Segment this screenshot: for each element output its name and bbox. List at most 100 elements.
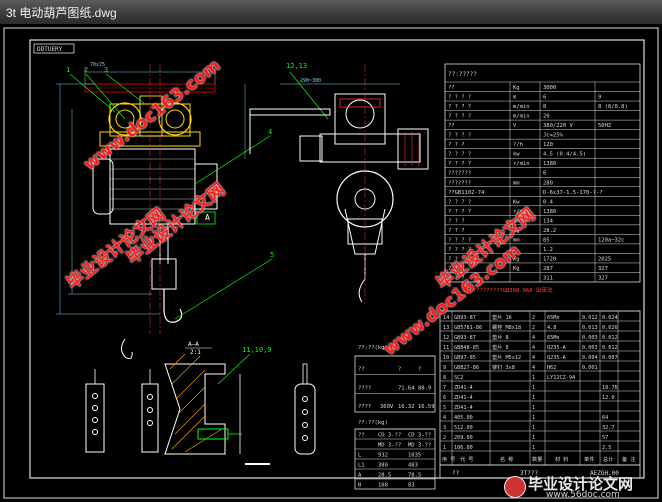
window-title: 3t 电动葫芦图纸.dwg <box>6 6 117 20</box>
parts-header-cell: 名 称 <box>500 455 514 463</box>
view-label-a: A <box>205 213 210 222</box>
spec-cell: 50HZ <box>598 123 612 129</box>
parts-index: 1 <box>443 445 446 451</box>
spec-cell: r/min <box>513 161 530 167</box>
parts-cell: 1 <box>532 375 535 381</box>
section-scale: 2:1 <box>190 349 201 356</box>
parts-cell: 4 <box>532 365 535 371</box>
spec-cell: 2025 <box>598 256 611 262</box>
spec-cell: ? ? ? ? <box>448 95 471 101</box>
parts-header-cell: 单件 <box>584 455 594 463</box>
parts-cell: 65Mn <box>547 315 560 321</box>
spec-cell: ? ? ? <box>448 228 465 234</box>
parts-cell: 0.012 <box>582 315 598 321</box>
parts-cell: 405.00 <box>454 415 473 421</box>
spec-cell: m/min <box>513 114 530 120</box>
spec-cell: 287 <box>543 266 553 272</box>
parts-cell: 垫片 M5x12 <box>492 353 521 361</box>
parts-index: 6 <box>443 395 446 401</box>
parts-cell: 32.7 <box>602 425 615 431</box>
parts-cell: 106.00 <box>454 445 473 451</box>
parts-index: 9 <box>443 365 446 371</box>
spec-cell: ?? <box>448 85 455 91</box>
spec-cell: 9 <box>598 95 601 101</box>
parts-index: 7 <box>443 385 446 391</box>
size-table: ??:??(kg) ?? CD 3-?? CD 3-?? MD 3-?? MD 3-??… <box>354 420 436 490</box>
size-cell: CD 3-?? <box>378 433 401 439</box>
pendant-detail-right <box>294 363 316 455</box>
spec-cell: 380/220 V <box>543 123 573 129</box>
size-cell: 1035 <box>408 453 421 459</box>
spec-cell: ? ? ? <box>448 142 465 148</box>
parts-cell: 垫片 8 <box>492 343 509 351</box>
parts-cell: 0.003 <box>582 335 598 341</box>
parts-cell: 0.001 <box>582 365 598 371</box>
parts-header-cell: 备 注 <box>622 455 636 463</box>
size-cell: 932 <box>378 453 388 459</box>
spec-title: ??:????? <box>448 71 477 78</box>
parts-index: 4 <box>443 415 446 421</box>
spec-cell: m/min <box>513 104 530 110</box>
spec-cell: 1.2 <box>543 247 553 253</box>
callout-1: 1 <box>66 66 70 74</box>
spec-cell: 8 <box>543 104 546 110</box>
weight-cell: 88.9 <box>418 385 431 391</box>
parts-index: 3 <box>443 425 446 431</box>
spec-cell: mm <box>513 180 520 186</box>
spec-cell: 28.2 <box>543 228 556 234</box>
size-cell: ?? <box>358 433 365 439</box>
size-title: ??:??(kg) <box>358 420 388 426</box>
dim-side: 290~300 <box>300 78 321 84</box>
spec-cell: 6 <box>543 95 546 101</box>
parts-index: 5 <box>443 405 446 411</box>
spec-cell: ? ? ? ? <box>448 133 471 139</box>
parts-cell: GB93-87 <box>454 335 476 341</box>
parts-cell: 4.8 <box>547 325 556 331</box>
size-cell: 483 <box>408 463 418 469</box>
parts-cell: 铆钉 3x8 <box>492 363 515 371</box>
parts-index: 11 <box>443 345 449 351</box>
parts-cell: 0.024 <box>602 315 618 321</box>
parts-header-cell: 材 料 <box>555 455 569 463</box>
parts-cell: 4 <box>532 355 535 361</box>
spec-cell: ? ? ? ? <box>448 104 471 110</box>
spec-cell: 327 <box>598 276 608 282</box>
spec-cell: 120 <box>543 142 553 148</box>
parts-cell: SC2 <box>454 375 463 381</box>
parts-list: 14 GB93-87 垫片 16 2 65Mn 0.012 0.02413 GB5781-86… <box>439 310 641 466</box>
parts-cell: 1 <box>532 425 535 431</box>
size-cell: CD 3-?? <box>408 433 431 439</box>
spec-cell: 20 <box>543 114 550 120</box>
parts-cell: ZD41-4 <box>454 405 473 411</box>
parts-cell: 4 <box>532 345 535 351</box>
parts-cell: 2 <box>532 325 535 331</box>
spec-cell: 1720 <box>543 256 556 262</box>
size-cell: L1 <box>358 463 365 469</box>
callout-2: 2 <box>84 66 88 74</box>
size-cell: L <box>358 453 362 459</box>
weight-cell: 16.59 <box>418 404 435 410</box>
parts-cell: 4 <box>532 335 535 341</box>
parts-cell: GB827-86 <box>454 365 479 371</box>
parts-cell: 0.012 <box>602 335 618 341</box>
spec-cell: 134 <box>543 218 554 224</box>
parts-cell: 0.013 <box>582 325 598 331</box>
parts-cell: 18.76 <box>602 385 618 391</box>
weight-cell: 71.64 <box>398 385 415 391</box>
parts-header-cell: 总计 <box>603 455 613 463</box>
parts-cell: 65Mn <box>547 335 560 341</box>
parts-cell: GB97-85 <box>454 355 476 361</box>
weight-cell: ? <box>418 367 421 373</box>
parts-cell: 1 <box>532 405 535 411</box>
pendant-detail-mid <box>141 369 159 453</box>
spec-cell: ?/h <box>513 142 523 148</box>
size-cell: 28.5 <box>378 473 391 479</box>
cad-canvas[interactable]: DDTUERY 1 2 3 4 5 A 70x75 A—A 2:1 11,10,… <box>0 24 662 502</box>
parts-cell: 1 <box>532 415 535 421</box>
spec-cell: ??????? <box>448 180 471 186</box>
parts-cell: GB5781-86 <box>454 325 482 331</box>
spec-cell: m <box>513 95 517 101</box>
parts-cell: H62 <box>547 365 556 371</box>
spec-cell: ? ? ? ? <box>448 199 471 205</box>
hoist-side-view: 12,13 290~300 <box>244 62 429 304</box>
